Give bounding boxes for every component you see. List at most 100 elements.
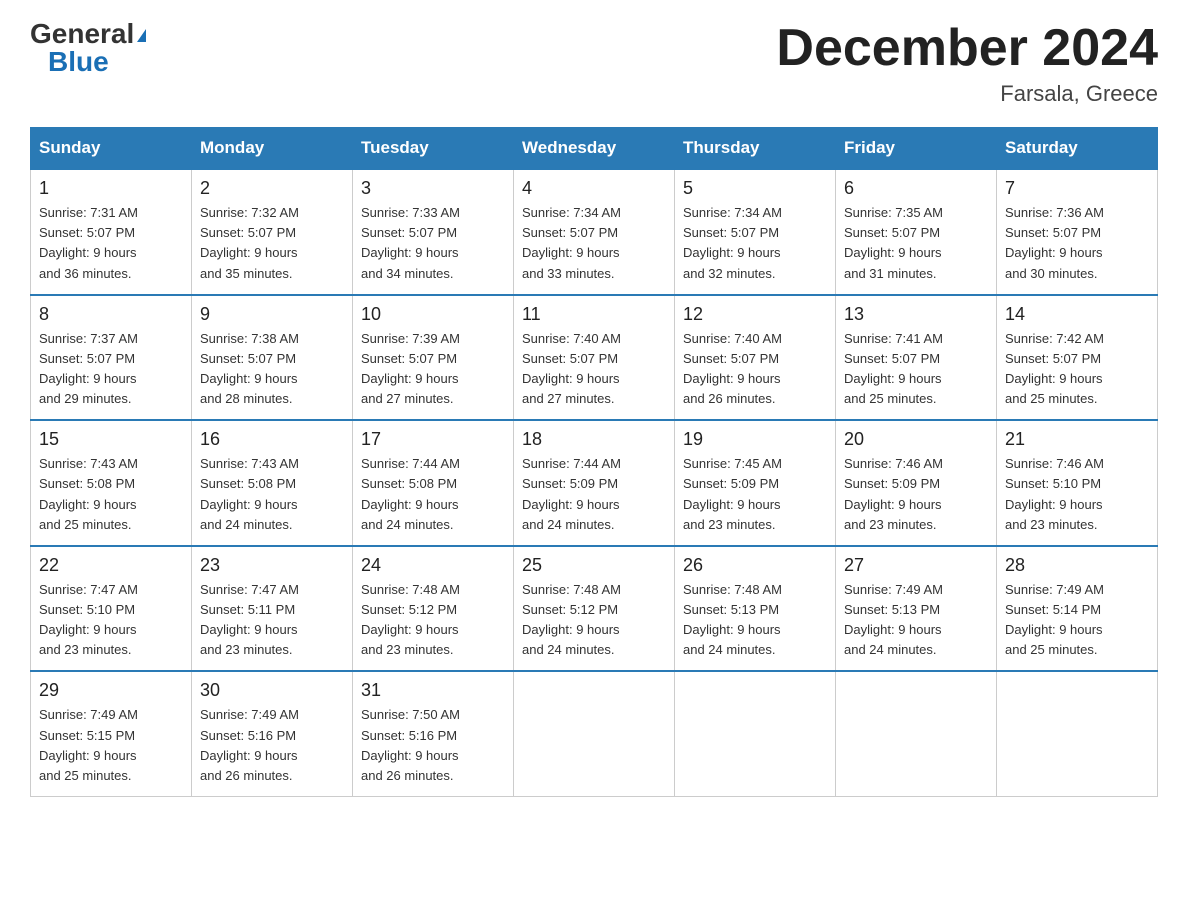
day-info: Sunrise: 7:36 AM Sunset: 5:07 PM Dayligh…	[1005, 203, 1149, 284]
calendar-day-cell: 18 Sunrise: 7:44 AM Sunset: 5:09 PM Dayl…	[514, 420, 675, 546]
day-number: 27	[844, 555, 988, 576]
col-friday: Friday	[836, 128, 997, 170]
day-info: Sunrise: 7:40 AM Sunset: 5:07 PM Dayligh…	[683, 329, 827, 410]
calendar-day-cell: 27 Sunrise: 7:49 AM Sunset: 5:13 PM Dayl…	[836, 546, 997, 672]
calendar-day-cell: 7 Sunrise: 7:36 AM Sunset: 5:07 PM Dayli…	[997, 169, 1158, 295]
day-info: Sunrise: 7:34 AM Sunset: 5:07 PM Dayligh…	[683, 203, 827, 284]
day-info: Sunrise: 7:33 AM Sunset: 5:07 PM Dayligh…	[361, 203, 505, 284]
col-monday: Monday	[192, 128, 353, 170]
day-info: Sunrise: 7:39 AM Sunset: 5:07 PM Dayligh…	[361, 329, 505, 410]
calendar-day-cell: 21 Sunrise: 7:46 AM Sunset: 5:10 PM Dayl…	[997, 420, 1158, 546]
col-tuesday: Tuesday	[353, 128, 514, 170]
day-info: Sunrise: 7:43 AM Sunset: 5:08 PM Dayligh…	[200, 454, 344, 535]
calendar-day-cell: 16 Sunrise: 7:43 AM Sunset: 5:08 PM Dayl…	[192, 420, 353, 546]
day-number: 29	[39, 680, 183, 701]
day-number: 3	[361, 178, 505, 199]
month-title: December 2024	[776, 20, 1158, 77]
day-number: 8	[39, 304, 183, 325]
day-number: 5	[683, 178, 827, 199]
calendar-day-cell: 1 Sunrise: 7:31 AM Sunset: 5:07 PM Dayli…	[31, 169, 192, 295]
calendar-header-row: Sunday Monday Tuesday Wednesday Thursday…	[31, 128, 1158, 170]
day-number: 10	[361, 304, 505, 325]
calendar-day-cell: 2 Sunrise: 7:32 AM Sunset: 5:07 PM Dayli…	[192, 169, 353, 295]
calendar-day-cell: 13 Sunrise: 7:41 AM Sunset: 5:07 PM Dayl…	[836, 295, 997, 421]
day-number: 22	[39, 555, 183, 576]
day-number: 12	[683, 304, 827, 325]
col-thursday: Thursday	[675, 128, 836, 170]
day-number: 25	[522, 555, 666, 576]
calendar-day-cell	[836, 671, 997, 796]
day-number: 23	[200, 555, 344, 576]
day-info: Sunrise: 7:49 AM Sunset: 5:13 PM Dayligh…	[844, 580, 988, 661]
calendar-day-cell: 19 Sunrise: 7:45 AM Sunset: 5:09 PM Dayl…	[675, 420, 836, 546]
day-number: 1	[39, 178, 183, 199]
day-number: 2	[200, 178, 344, 199]
day-number: 30	[200, 680, 344, 701]
calendar-day-cell: 12 Sunrise: 7:40 AM Sunset: 5:07 PM Dayl…	[675, 295, 836, 421]
day-info: Sunrise: 7:46 AM Sunset: 5:10 PM Dayligh…	[1005, 454, 1149, 535]
day-info: Sunrise: 7:34 AM Sunset: 5:07 PM Dayligh…	[522, 203, 666, 284]
col-wednesday: Wednesday	[514, 128, 675, 170]
day-number: 21	[1005, 429, 1149, 450]
calendar-day-cell: 26 Sunrise: 7:48 AM Sunset: 5:13 PM Dayl…	[675, 546, 836, 672]
calendar-week-row: 22 Sunrise: 7:47 AM Sunset: 5:10 PM Dayl…	[31, 546, 1158, 672]
day-number: 4	[522, 178, 666, 199]
day-number: 11	[522, 304, 666, 325]
calendar-day-cell	[514, 671, 675, 796]
calendar-day-cell: 17 Sunrise: 7:44 AM Sunset: 5:08 PM Dayl…	[353, 420, 514, 546]
calendar-day-cell: 8 Sunrise: 7:37 AM Sunset: 5:07 PM Dayli…	[31, 295, 192, 421]
day-info: Sunrise: 7:44 AM Sunset: 5:08 PM Dayligh…	[361, 454, 505, 535]
day-info: Sunrise: 7:44 AM Sunset: 5:09 PM Dayligh…	[522, 454, 666, 535]
calendar-day-cell: 10 Sunrise: 7:39 AM Sunset: 5:07 PM Dayl…	[353, 295, 514, 421]
col-sunday: Sunday	[31, 128, 192, 170]
logo: General Blue	[30, 20, 146, 76]
day-info: Sunrise: 7:38 AM Sunset: 5:07 PM Dayligh…	[200, 329, 344, 410]
calendar-day-cell	[997, 671, 1158, 796]
calendar-day-cell: 6 Sunrise: 7:35 AM Sunset: 5:07 PM Dayli…	[836, 169, 997, 295]
day-number: 7	[1005, 178, 1149, 199]
day-info: Sunrise: 7:31 AM Sunset: 5:07 PM Dayligh…	[39, 203, 183, 284]
calendar-day-cell: 20 Sunrise: 7:46 AM Sunset: 5:09 PM Dayl…	[836, 420, 997, 546]
day-number: 14	[1005, 304, 1149, 325]
day-number: 20	[844, 429, 988, 450]
page-header: General Blue December 2024 Farsala, Gree…	[30, 20, 1158, 107]
calendar-day-cell: 25 Sunrise: 7:48 AM Sunset: 5:12 PM Dayl…	[514, 546, 675, 672]
day-info: Sunrise: 7:35 AM Sunset: 5:07 PM Dayligh…	[844, 203, 988, 284]
day-info: Sunrise: 7:48 AM Sunset: 5:12 PM Dayligh…	[522, 580, 666, 661]
calendar-day-cell: 11 Sunrise: 7:40 AM Sunset: 5:07 PM Dayl…	[514, 295, 675, 421]
day-number: 28	[1005, 555, 1149, 576]
day-info: Sunrise: 7:43 AM Sunset: 5:08 PM Dayligh…	[39, 454, 183, 535]
calendar-day-cell: 4 Sunrise: 7:34 AM Sunset: 5:07 PM Dayli…	[514, 169, 675, 295]
calendar-day-cell: 29 Sunrise: 7:49 AM Sunset: 5:15 PM Dayl…	[31, 671, 192, 796]
day-info: Sunrise: 7:48 AM Sunset: 5:12 PM Dayligh…	[361, 580, 505, 661]
calendar-week-row: 8 Sunrise: 7:37 AM Sunset: 5:07 PM Dayli…	[31, 295, 1158, 421]
calendar-week-row: 1 Sunrise: 7:31 AM Sunset: 5:07 PM Dayli…	[31, 169, 1158, 295]
day-number: 9	[200, 304, 344, 325]
calendar-day-cell: 28 Sunrise: 7:49 AM Sunset: 5:14 PM Dayl…	[997, 546, 1158, 672]
day-info: Sunrise: 7:42 AM Sunset: 5:07 PM Dayligh…	[1005, 329, 1149, 410]
calendar-week-row: 15 Sunrise: 7:43 AM Sunset: 5:08 PM Dayl…	[31, 420, 1158, 546]
calendar-day-cell: 31 Sunrise: 7:50 AM Sunset: 5:16 PM Dayl…	[353, 671, 514, 796]
calendar-day-cell: 23 Sunrise: 7:47 AM Sunset: 5:11 PM Dayl…	[192, 546, 353, 672]
day-info: Sunrise: 7:49 AM Sunset: 5:16 PM Dayligh…	[200, 705, 344, 786]
day-info: Sunrise: 7:50 AM Sunset: 5:16 PM Dayligh…	[361, 705, 505, 786]
day-info: Sunrise: 7:47 AM Sunset: 5:11 PM Dayligh…	[200, 580, 344, 661]
day-number: 16	[200, 429, 344, 450]
calendar-day-cell: 30 Sunrise: 7:49 AM Sunset: 5:16 PM Dayl…	[192, 671, 353, 796]
col-saturday: Saturday	[997, 128, 1158, 170]
day-info: Sunrise: 7:45 AM Sunset: 5:09 PM Dayligh…	[683, 454, 827, 535]
logo-blue-text: Blue	[48, 46, 109, 77]
calendar-day-cell: 22 Sunrise: 7:47 AM Sunset: 5:10 PM Dayl…	[31, 546, 192, 672]
calendar-day-cell: 5 Sunrise: 7:34 AM Sunset: 5:07 PM Dayli…	[675, 169, 836, 295]
calendar-table: Sunday Monday Tuesday Wednesday Thursday…	[30, 127, 1158, 797]
day-info: Sunrise: 7:46 AM Sunset: 5:09 PM Dayligh…	[844, 454, 988, 535]
location: Farsala, Greece	[776, 81, 1158, 107]
day-info: Sunrise: 7:48 AM Sunset: 5:13 PM Dayligh…	[683, 580, 827, 661]
calendar-day-cell: 24 Sunrise: 7:48 AM Sunset: 5:12 PM Dayl…	[353, 546, 514, 672]
calendar-day-cell: 9 Sunrise: 7:38 AM Sunset: 5:07 PM Dayli…	[192, 295, 353, 421]
calendar-day-cell: 3 Sunrise: 7:33 AM Sunset: 5:07 PM Dayli…	[353, 169, 514, 295]
day-info: Sunrise: 7:47 AM Sunset: 5:10 PM Dayligh…	[39, 580, 183, 661]
day-number: 6	[844, 178, 988, 199]
day-number: 13	[844, 304, 988, 325]
day-info: Sunrise: 7:37 AM Sunset: 5:07 PM Dayligh…	[39, 329, 183, 410]
